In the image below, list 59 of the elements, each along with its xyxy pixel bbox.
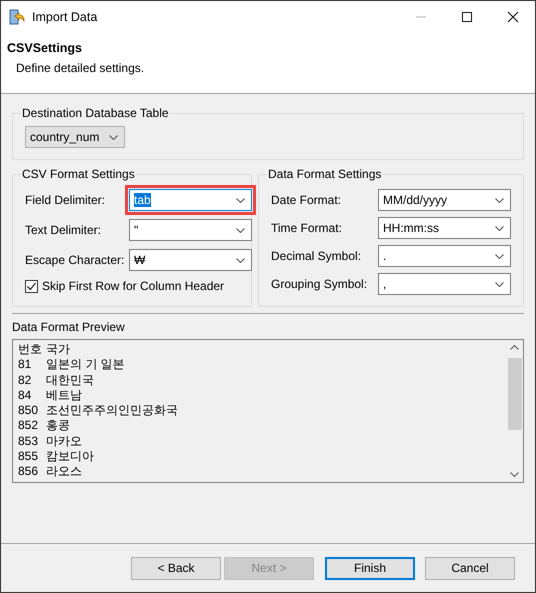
field-label: Field Delimiter: (25, 193, 106, 207)
checkbox-label[interactable]: Skip First Row for Column Header (42, 279, 224, 293)
preview-name: 국가 (46, 342, 70, 358)
chevron-icon (236, 198, 245, 202)
chevron-icon (236, 258, 245, 262)
preview-code: 855 (18, 449, 40, 464)
preview-label: Data Format Preview (12, 320, 126, 334)
preview-name: 캄보디아 (46, 449, 94, 464)
chevron-icon (109, 134, 118, 140)
chevron-icon (495, 226, 504, 230)
close-icon[interactable] (507, 11, 519, 23)
group-title: Data Format Settings (267, 167, 382, 181)
preview-code: 856 (18, 464, 40, 480)
preview-name: 라오스 (46, 464, 82, 480)
preview-code: 82 (18, 372, 32, 388)
preview-code: 81 (18, 357, 32, 373)
scroll-thumb[interactable] (508, 358, 522, 430)
preview-name: 대한민국 (46, 372, 94, 388)
table-dropdown[interactable]: country_num (25, 126, 125, 148)
chevron-icon (495, 254, 504, 258)
preview-name: 마카오 (46, 434, 82, 450)
field-label: Grouping Symbol: (271, 277, 368, 291)
delimiter-dropdown[interactable]: " (129, 219, 252, 241)
field-label: Time Format: (271, 221, 343, 235)
delimiter-dropdown[interactable]: tab (129, 189, 252, 211)
format-dropdown[interactable]: HH:mm:ss (378, 217, 511, 239)
format-dropdown[interactable]: . (378, 245, 511, 267)
page-description: Define detailed settings. (15, 60, 146, 75)
preview-code: 850 (18, 403, 40, 418)
format-dropdown[interactable]: MM/dd/yyyy (378, 189, 511, 211)
import-icon (9, 9, 25, 25)
window-title: Import Data (32, 10, 98, 24)
chevron-icon (495, 282, 504, 286)
field-label: Date Format: (271, 193, 342, 207)
wizard-button[interactable]: Finish (325, 556, 415, 580)
preview-name: 조선민주주의인민공화국 (46, 403, 178, 418)
checkbox[interactable] (25, 280, 38, 292)
preview-code: 853 (18, 434, 40, 450)
field-label: Text Delimiter: (25, 223, 102, 237)
group-title: Destination Database Table (21, 106, 170, 120)
preview-code: 84 (18, 388, 32, 404)
preview-code: 852 (18, 418, 40, 434)
preview-name: 일본의 기 일본 (46, 357, 125, 373)
preview-name: 홍콩 (46, 418, 70, 434)
preview-name: 베트남 (46, 388, 82, 404)
maximize-icon[interactable] (461, 11, 473, 23)
field-label: Escape Character: (25, 253, 126, 267)
page-title: CSVSettings (6, 40, 84, 55)
wizard-button[interactable]: < Back (131, 556, 221, 580)
chevron-icon (495, 198, 504, 202)
format-dropdown[interactable]: , (378, 273, 511, 295)
chevron-icon (236, 228, 245, 232)
wizard-button[interactable]: Cancel (425, 556, 515, 580)
scroll-down-icon[interactable] (510, 472, 519, 477)
field-label: Decimal Symbol: (271, 249, 362, 263)
scroll-up-icon[interactable] (510, 345, 519, 350)
preview-code: 번호 (18, 342, 43, 358)
group-title: CSV Format Settings (21, 167, 136, 181)
delimiter-dropdown[interactable]: ₩ (129, 249, 252, 271)
